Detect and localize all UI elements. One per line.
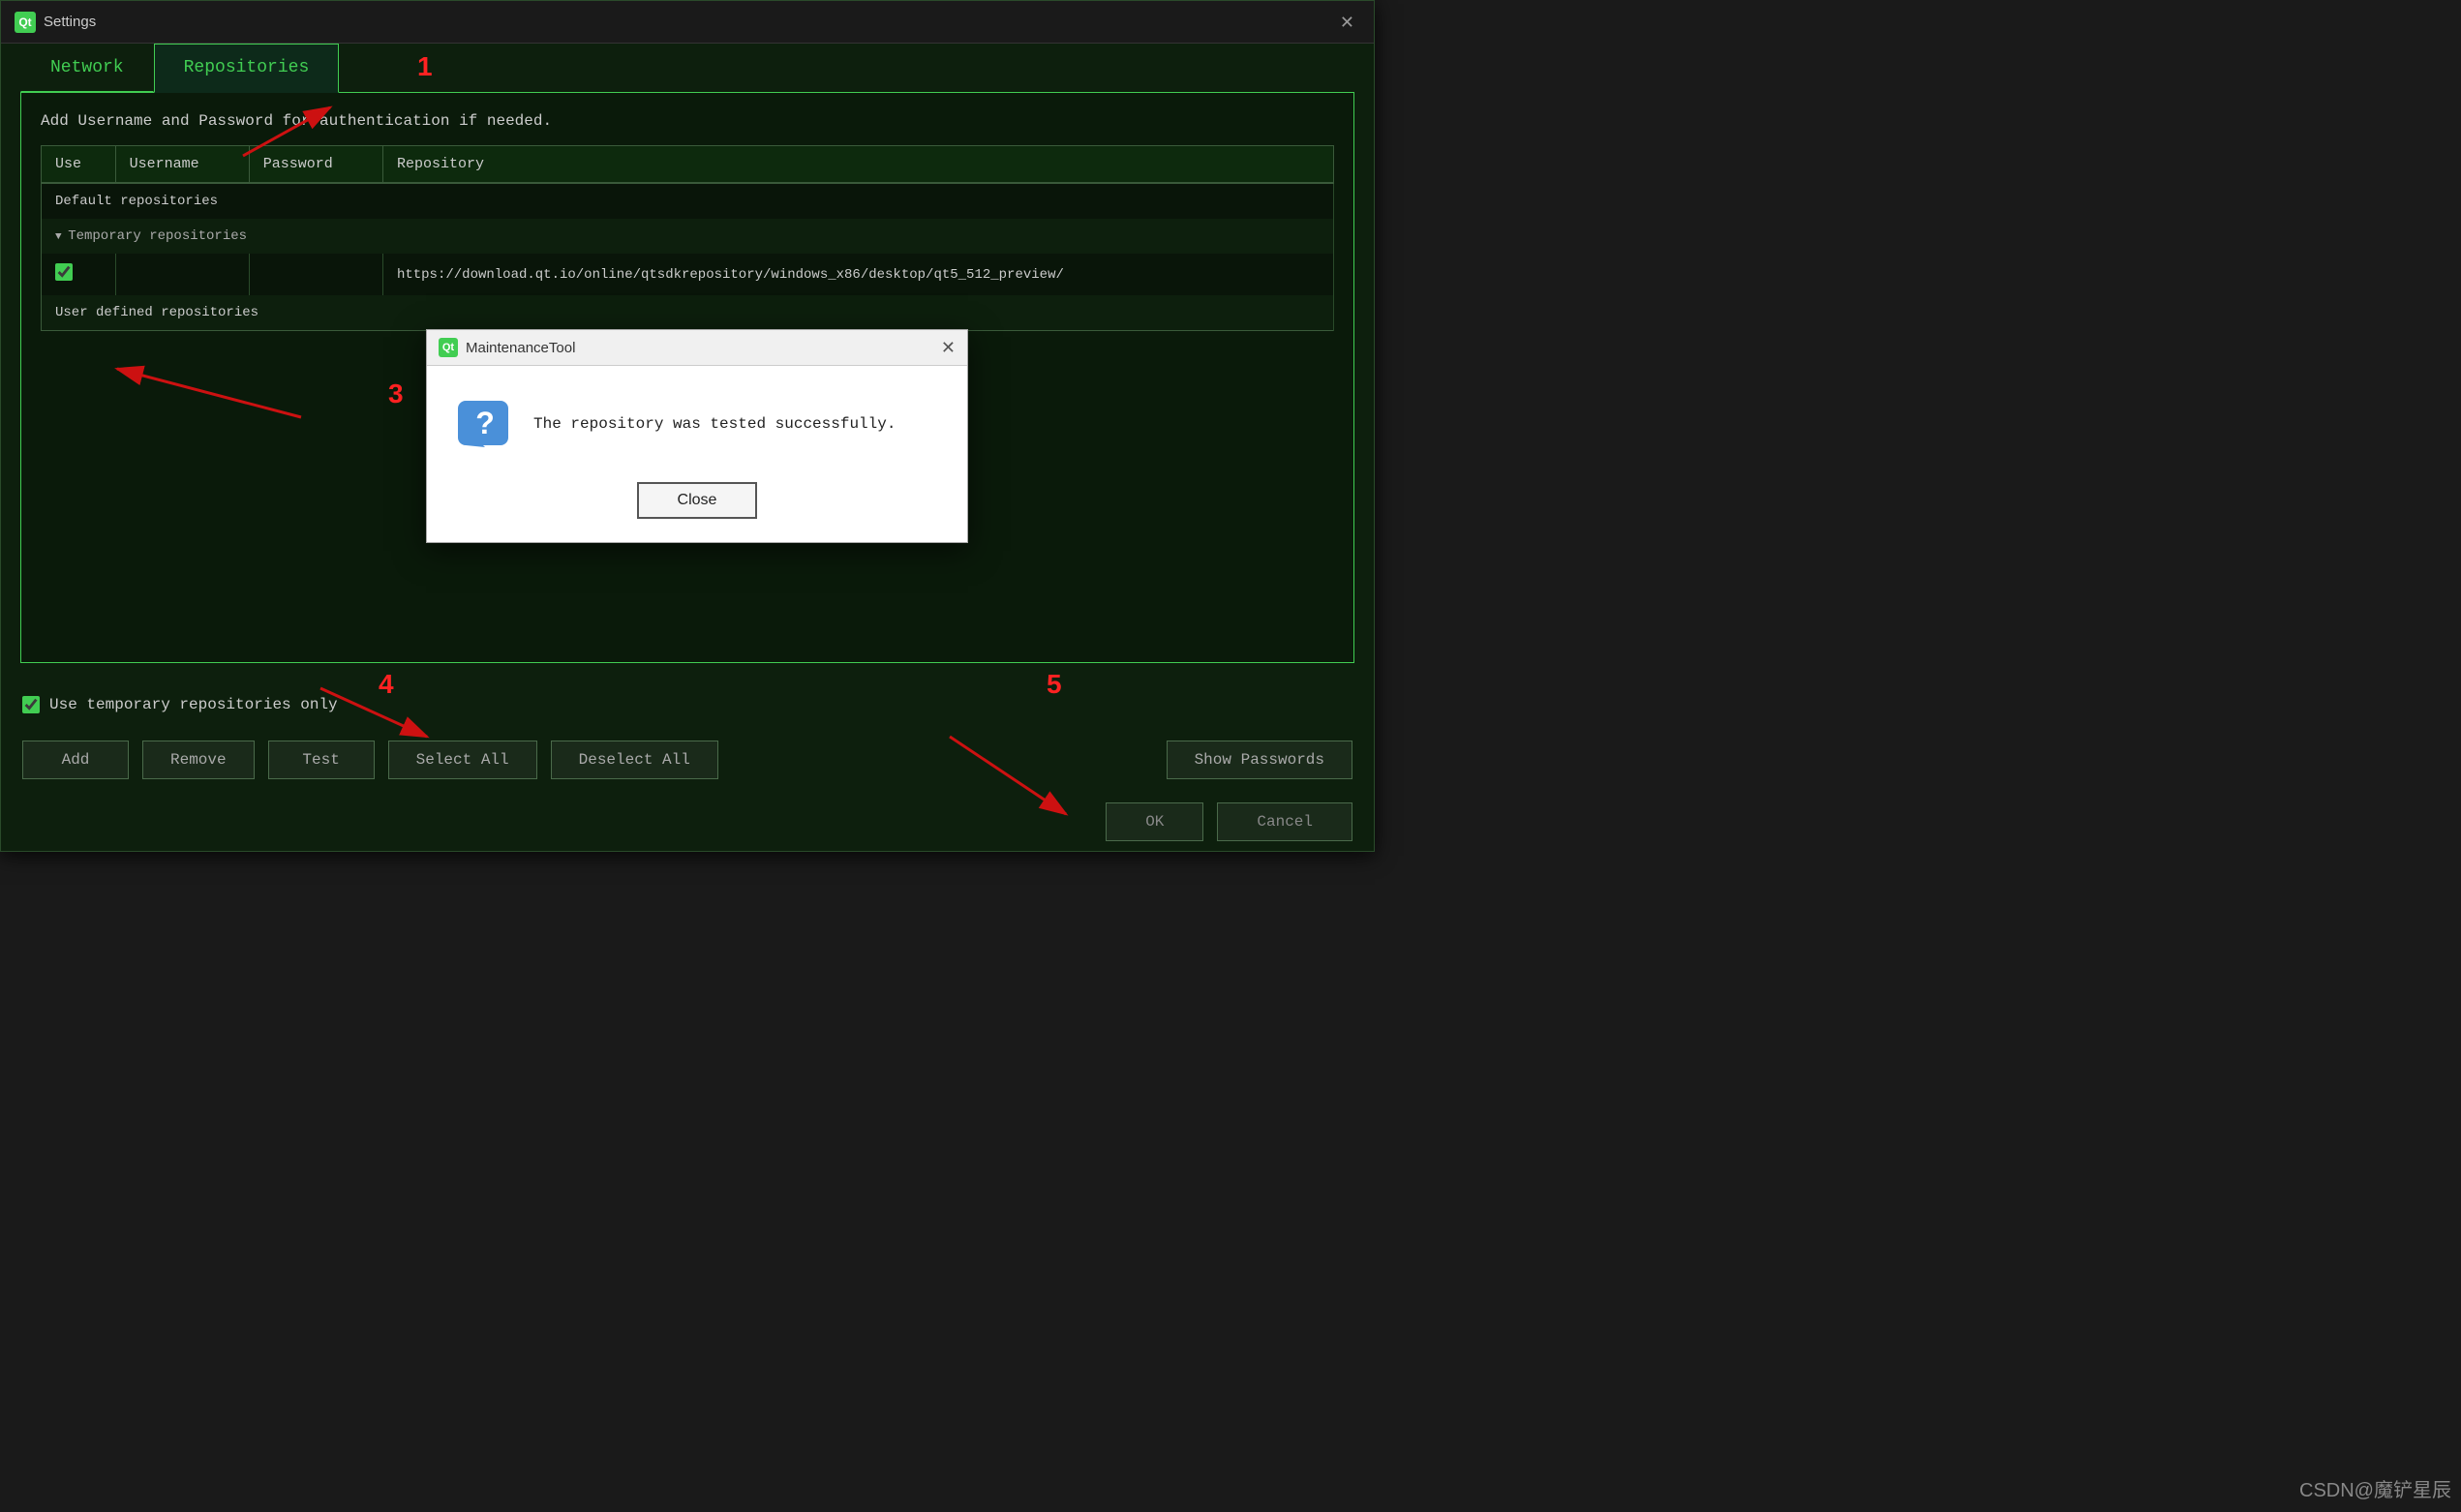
dialog-close-action-button[interactable]: Close	[637, 482, 758, 519]
ok-cancel-row: OK Cancel	[1, 793, 1374, 851]
remove-button[interactable]: Remove	[142, 741, 255, 779]
dialog-buttons: Close	[427, 472, 967, 542]
use-temp-label: Use temporary repositories only	[49, 696, 338, 713]
col-use: Use	[42, 146, 116, 184]
use-temp-row: Use temporary repositories only	[1, 682, 1374, 727]
group-default: Default repositories	[42, 183, 1334, 219]
group-temporary[interactable]: Temporary repositories	[42, 219, 1334, 254]
watermark: CSDN@魔铲星辰	[2299, 1474, 2451, 1502]
user-repos-label: User defined repositories	[42, 295, 1334, 331]
window-title: Settings	[44, 14, 96, 30]
ok-button[interactable]: OK	[1106, 802, 1203, 841]
add-button[interactable]: Add	[22, 741, 129, 779]
col-repository: Repository	[382, 146, 1333, 184]
dialog-content: ? The repository was tested successfully…	[427, 366, 967, 472]
dialog-close-button[interactable]: ✕	[941, 339, 956, 356]
window-close-button[interactable]: ✕	[1334, 12, 1360, 33]
dialog-message: The repository was tested successfully.	[533, 415, 896, 433]
tab-network[interactable]: Network	[20, 44, 154, 92]
dialog-title-text: MaintenanceTool	[466, 340, 575, 356]
deselect-all-button[interactable]: Deselect All	[551, 741, 718, 779]
repo-username-cell	[115, 254, 249, 295]
group-user-defined: User defined repositories	[42, 295, 1334, 331]
col-password: Password	[249, 146, 382, 184]
use-temp-checkbox[interactable]	[22, 696, 40, 713]
repository-table: Use Username Password Repository Default…	[41, 145, 1334, 331]
description-text: Add Username and Password for authentica…	[41, 112, 1334, 130]
repo-url-cell: https://download.qt.io/online/qtsdkrepos…	[382, 254, 1333, 295]
repo-password-cell	[249, 254, 382, 295]
default-repos-label: Default repositories	[42, 183, 1334, 219]
dialog-title-left: Qt MaintenanceTool	[439, 338, 575, 357]
cancel-button[interactable]: Cancel	[1217, 802, 1352, 841]
repo-use-cell	[42, 254, 116, 295]
test-button[interactable]: Test	[268, 741, 375, 779]
show-passwords-button[interactable]: Show Passwords	[1167, 741, 1352, 779]
temporary-repos-label[interactable]: Temporary repositories	[42, 219, 1334, 254]
repo-checkbox[interactable]	[55, 263, 73, 281]
title-bar: Qt Settings ✕	[1, 1, 1374, 44]
svg-text:?: ?	[475, 406, 495, 440]
dialog-title-bar: Qt MaintenanceTool ✕	[427, 330, 967, 366]
title-bar-left: Qt Settings	[15, 12, 96, 33]
tab-repositories[interactable]: Repositories	[154, 44, 340, 93]
table-row: https://download.qt.io/online/qtsdkrepos…	[42, 254, 1334, 295]
qt-logo-icon: Qt	[15, 12, 36, 33]
tabs-bar: Network Repositories	[1, 44, 1374, 92]
bottom-buttons: Add Remove Test Select All Deselect All …	[1, 727, 1374, 793]
dialog-qt-logo-icon: Qt	[439, 338, 458, 357]
col-username: Username	[115, 146, 249, 184]
maintenance-dialog: Qt MaintenanceTool ✕ ? The repository wa…	[426, 329, 968, 543]
select-all-button[interactable]: Select All	[388, 741, 537, 779]
question-icon: ?	[456, 395, 514, 453]
